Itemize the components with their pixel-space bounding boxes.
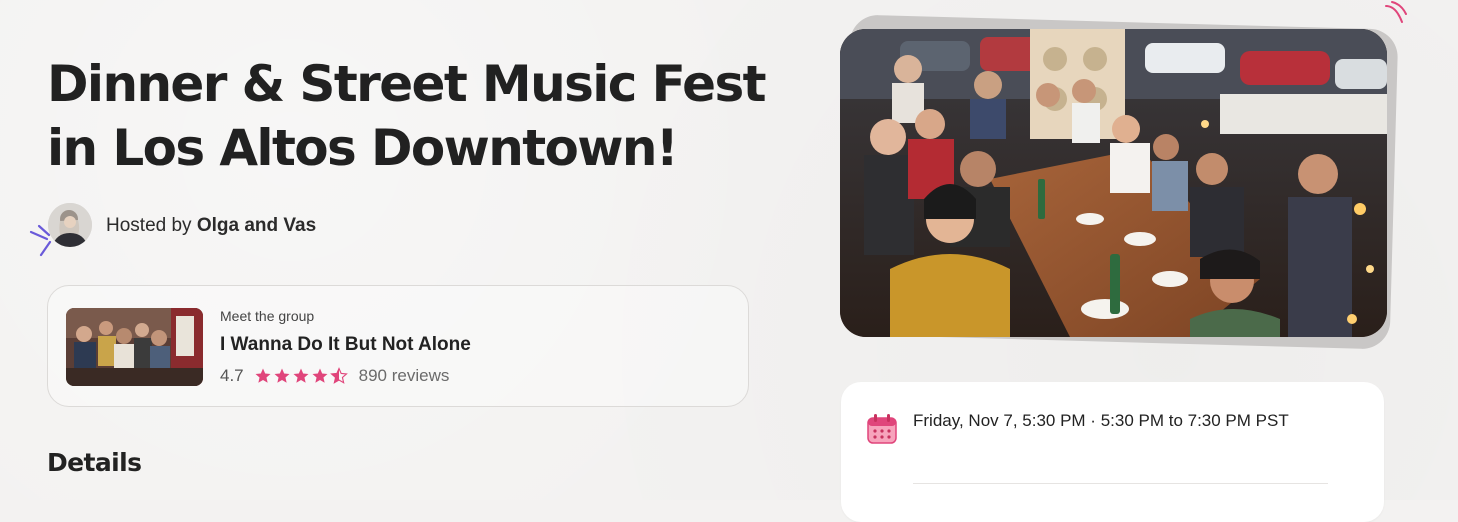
star-icon: [293, 368, 309, 383]
group-card[interactable]: Meet the group I Wanna Do It But Not Alo…: [47, 285, 749, 407]
rating-stars: [254, 367, 349, 385]
host-names[interactable]: Olga and Vas: [197, 215, 316, 236]
event-photo[interactable]: [840, 29, 1387, 337]
group-label: Meet the group: [220, 308, 315, 324]
details-heading: Details: [47, 448, 142, 477]
half-star-icon: [329, 367, 348, 384]
group-rating: 4.7 890 reviews: [220, 366, 449, 386]
rating-value: 4.7: [220, 366, 244, 385]
calendar-icon: [867, 414, 897, 444]
event-title: Dinner & Street Music Fest in Los Altos …: [47, 55, 767, 177]
group-name[interactable]: I Wanna Do It But Not Alone: [220, 334, 471, 356]
star-icon: [312, 368, 328, 383]
host-text: Hosted by Olga and Vas: [106, 215, 316, 237]
group-thumbnail[interactable]: [66, 308, 203, 386]
review-count[interactable]: 890 reviews: [359, 366, 450, 386]
host-prefix: Hosted by: [106, 215, 192, 236]
sparkle-decoration-icon: [1385, 1, 1407, 23]
date-time-card: Friday, Nov 7, 5:30 PM · 5:30 PM to 7:30…: [841, 382, 1384, 522]
host-avatar[interactable]: [48, 203, 92, 247]
event-datetime: Friday, Nov 7, 5:30 PM · 5:30 PM to 7:30…: [913, 411, 1289, 430]
star-icon: [274, 368, 290, 383]
divider: [913, 483, 1328, 484]
star-icon: [255, 368, 271, 383]
